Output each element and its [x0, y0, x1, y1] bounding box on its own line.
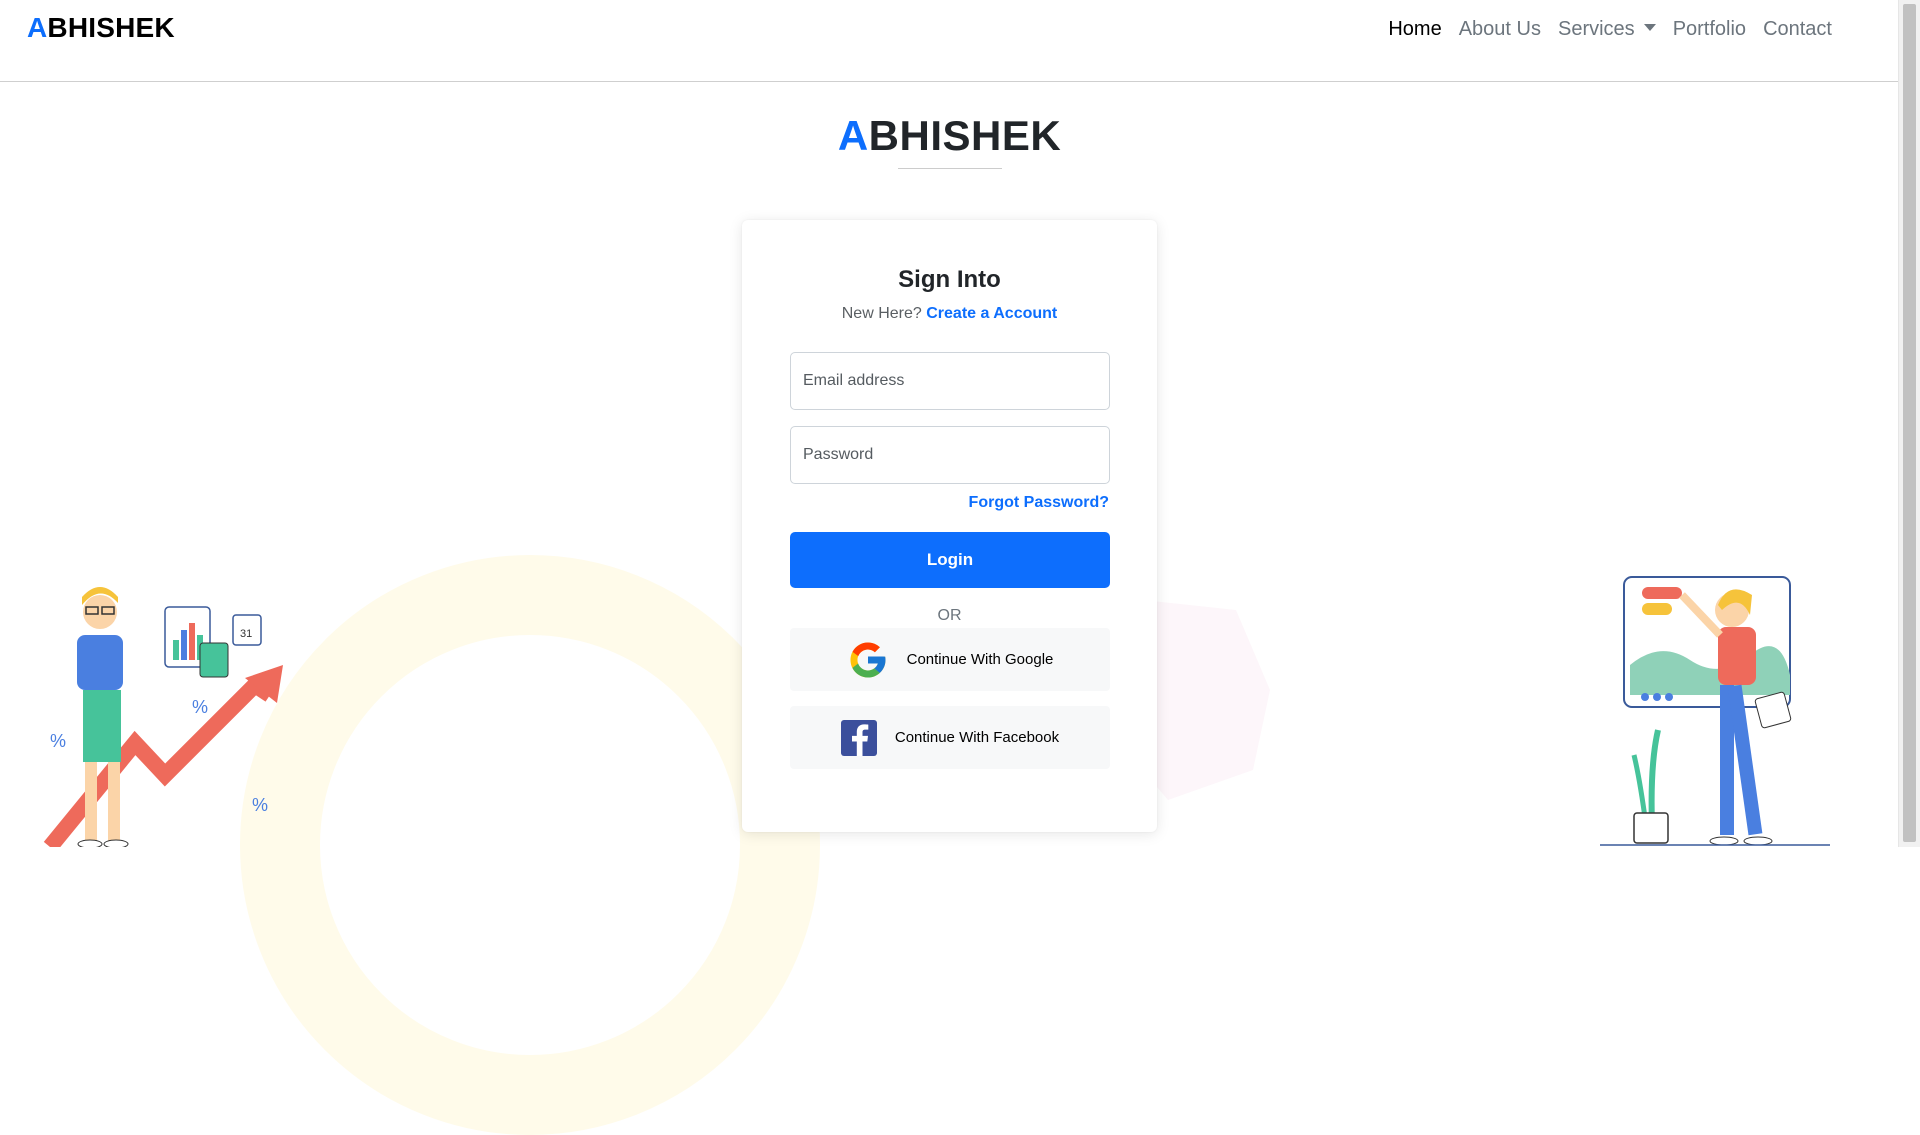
create-account-link[interactable]: Create a Account [926, 305, 1057, 322]
new-here-text: New Here? [841, 305, 922, 322]
hero-brand-title: ABHISHEK [0, 112, 1899, 160]
brand-rest: BHISHEK [47, 12, 175, 43]
facebook-f-glyph [851, 723, 869, 756]
email-field[interactable] [790, 352, 1110, 410]
nav-services[interactable]: Services [1558, 18, 1656, 41]
svg-text:31: 31 [240, 628, 252, 640]
facebook-login-button[interactable]: Continue With Facebook [790, 706, 1110, 769]
nav-portfolio[interactable]: Portfolio [1673, 18, 1746, 41]
scrollbar-thumb[interactable] [1903, 4, 1916, 842]
hero-brand-rest: BHISHEK [868, 112, 1062, 159]
nav-services-label: Services [1557, 18, 1635, 40]
page-scrollbar[interactable] [1898, 0, 1920, 847]
nav-contact[interactable]: Contact [1763, 18, 1832, 41]
hero-brand-accent: A [837, 112, 869, 159]
forgot-password-link[interactable]: Forgot Password? [969, 494, 1109, 512]
nav-home[interactable]: Home [1388, 18, 1441, 41]
left-thinking-person-illustration: 31 % % % [43, 587, 283, 847]
navbar-brand[interactable]: ABHISHEK [27, 12, 175, 44]
login-button[interactable]: Login [790, 532, 1110, 588]
signup-prompt: New Here? Create a Account [742, 305, 1157, 323]
login-card: Sign Into New Here? Create a Account For… [742, 220, 1157, 832]
or-divider-text: OR [937, 607, 962, 624]
nav-links: Home About Us Services Portfolio Contact [1388, 18, 1832, 41]
background-ring-decoration [240, 555, 820, 1135]
password-field[interactable] [790, 426, 1110, 484]
google-icon [850, 642, 886, 677]
google-login-button[interactable]: Continue With Google [790, 628, 1110, 691]
chevron-down-icon [1643, 24, 1656, 31]
right-presenting-person-illustration [1600, 576, 1830, 846]
hero-underline-divider [898, 168, 1002, 169]
brand-accent-letter: A [27, 12, 48, 43]
svg-text:%: % [50, 731, 66, 751]
nav-about-us[interactable]: About Us [1459, 18, 1541, 41]
svg-text:%: % [252, 795, 268, 815]
navbar: ABHISHEK Home About Us Services Portfoli… [0, 0, 1899, 82]
google-button-label: Continue With Google [906, 651, 1054, 668]
facebook-button-label: Continue With Facebook [894, 729, 1060, 746]
svg-text:%: % [192, 697, 208, 717]
facebook-icon [840, 719, 877, 756]
login-title: Sign Into [898, 266, 1001, 293]
